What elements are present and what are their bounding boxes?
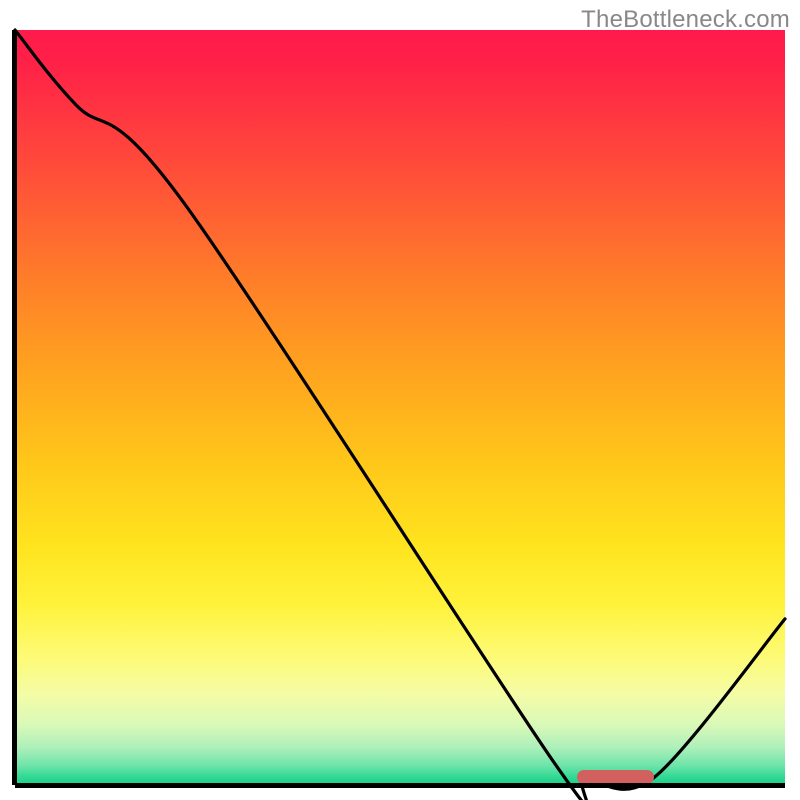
y-axis [12, 30, 17, 785]
chart-stage: TheBottleneck.com [0, 0, 800, 800]
x-axis [15, 783, 785, 788]
watermark-text: TheBottleneck.com [581, 6, 790, 34]
bottleneck-curve [15, 30, 785, 785]
plot-area [15, 30, 785, 785]
